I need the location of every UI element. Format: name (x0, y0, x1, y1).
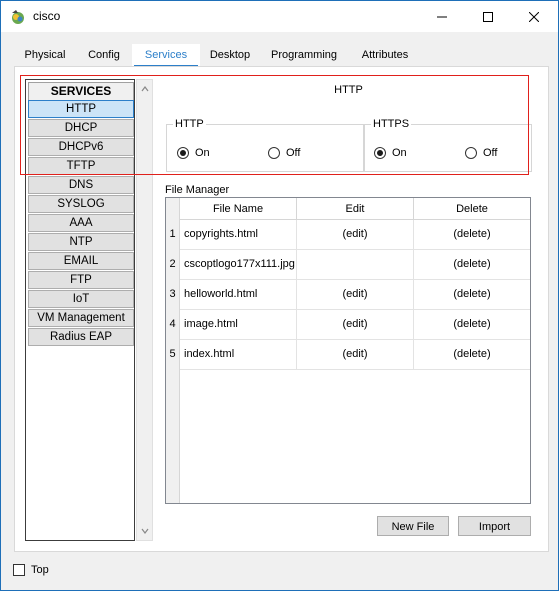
maximize-button[interactable] (465, 1, 511, 32)
table-row: helloworld.html (edit) (delete) (180, 280, 530, 310)
services-list: SERVICES HTTP DHCP DHCPv6 TFTP DNS SYSLO… (25, 79, 135, 541)
radio-unselected-icon (268, 147, 280, 159)
import-button[interactable]: Import (458, 516, 531, 536)
scroll-down-icon[interactable] (141, 527, 149, 535)
delete-link[interactable]: (delete) (414, 310, 530, 339)
file-manager-table: File Name Edit Delete 1 copyrights.html … (165, 197, 531, 504)
radio-selected-icon (177, 147, 189, 159)
radio-selected-icon (374, 147, 386, 159)
row-number: 5 (169, 348, 176, 360)
file-name-cell: cscoptlogo177x111.jpg (180, 250, 297, 279)
column-header-edit[interactable]: Edit (297, 198, 414, 220)
http-on-radio[interactable]: On (177, 146, 210, 160)
close-icon (529, 11, 539, 22)
http-section-title: HTTP (334, 84, 363, 96)
http-group: HTTP On Off (166, 118, 364, 172)
http-on-label: On (195, 147, 210, 159)
top-checkbox-label: Top (31, 564, 49, 576)
edit-link[interactable]: (edit) (297, 340, 414, 369)
row-number: 3 (169, 288, 176, 300)
service-item-aaa[interactable]: AAA (28, 214, 134, 232)
https-off-radio[interactable]: Off (465, 146, 497, 160)
service-item-tftp[interactable]: TFTP (28, 157, 134, 175)
delete-link[interactable]: (delete) (414, 220, 530, 249)
minimize-icon (437, 16, 447, 17)
service-item-email[interactable]: EMAIL (28, 252, 134, 270)
https-group: HTTPS On Off (364, 118, 532, 172)
edit-link[interactable]: (edit) (297, 310, 414, 339)
service-item-http[interactable]: HTTP (28, 100, 134, 118)
radio-unselected-icon (465, 147, 477, 159)
edit-link[interactable]: (edit) (297, 280, 414, 309)
checkbox-unchecked-icon (13, 564, 25, 576)
service-item-ntp[interactable]: NTP (28, 233, 134, 251)
tab-config[interactable]: Config (76, 44, 132, 66)
scroll-up-icon[interactable] (141, 85, 149, 93)
http-off-radio[interactable]: Off (268, 146, 300, 160)
service-item-dhcp[interactable]: DHCP (28, 119, 134, 137)
top-checkbox[interactable]: Top (13, 564, 49, 576)
service-item-iot[interactable]: IoT (28, 290, 134, 308)
row-number: 1 (169, 228, 176, 240)
column-header-file-name[interactable]: File Name (180, 198, 297, 220)
tab-programming[interactable]: Programming (260, 44, 348, 66)
tab-services-label: Services (144, 49, 188, 61)
maximize-icon (483, 11, 493, 22)
app-window: cisco Physical Config Services Desktop P… (0, 0, 559, 591)
service-item-ftp[interactable]: FTP (28, 271, 134, 289)
delete-link[interactable]: (delete) (414, 280, 530, 309)
http-off-label: Off (286, 147, 301, 159)
row-number: 2 (169, 258, 176, 270)
file-name-cell: index.html (180, 340, 297, 369)
service-item-syslog[interactable]: SYSLOG (28, 195, 134, 213)
service-item-dns[interactable]: DNS (28, 176, 134, 194)
file-manager-label: File Manager (165, 184, 230, 196)
service-item-vm-management[interactable]: VM Management (28, 309, 134, 327)
tab-physical[interactable]: Physical (14, 44, 76, 66)
tab-services[interactable]: Services (132, 44, 200, 68)
table-row: copyrights.html (edit) (delete) (180, 220, 530, 250)
tab-attributes[interactable]: Attributes (348, 44, 422, 66)
https-off-label: Off (483, 147, 498, 159)
services-header: SERVICES (28, 82, 134, 101)
https-group-label: HTTPS (371, 118, 412, 130)
delete-link[interactable]: (delete) (414, 250, 530, 279)
table-row: index.html (edit) (delete) (180, 340, 530, 370)
file-name-cell: copyrights.html (180, 220, 297, 249)
cisco-app-icon (10, 9, 26, 25)
service-item-radius-eap[interactable]: Radius EAP (28, 328, 134, 346)
https-on-label: On (392, 147, 407, 159)
https-on-radio[interactable]: On (374, 146, 407, 160)
service-item-dhcpv6[interactable]: DHCPv6 (28, 138, 134, 156)
edit-link[interactable]: (edit) (297, 220, 414, 249)
services-scrollbar[interactable] (136, 79, 153, 541)
minimize-button[interactable] (419, 1, 465, 32)
http-group-label: HTTP (173, 118, 206, 130)
file-name-cell: image.html (180, 310, 297, 339)
title-bar: cisco (1, 1, 558, 32)
delete-link[interactable]: (delete) (414, 340, 530, 369)
edit-cell-empty (297, 250, 414, 279)
close-button[interactable] (511, 1, 557, 32)
row-number: 4 (169, 318, 176, 330)
column-header-delete[interactable]: Delete (414, 198, 530, 220)
table-row: image.html (edit) (delete) (180, 310, 530, 340)
new-file-button[interactable]: New File (377, 516, 449, 536)
tab-desktop[interactable]: Desktop (200, 44, 260, 66)
table-row: cscoptlogo177x111.jpg (delete) (180, 250, 530, 280)
window-title: cisco (33, 9, 61, 23)
file-name-cell: helloworld.html (180, 280, 297, 309)
